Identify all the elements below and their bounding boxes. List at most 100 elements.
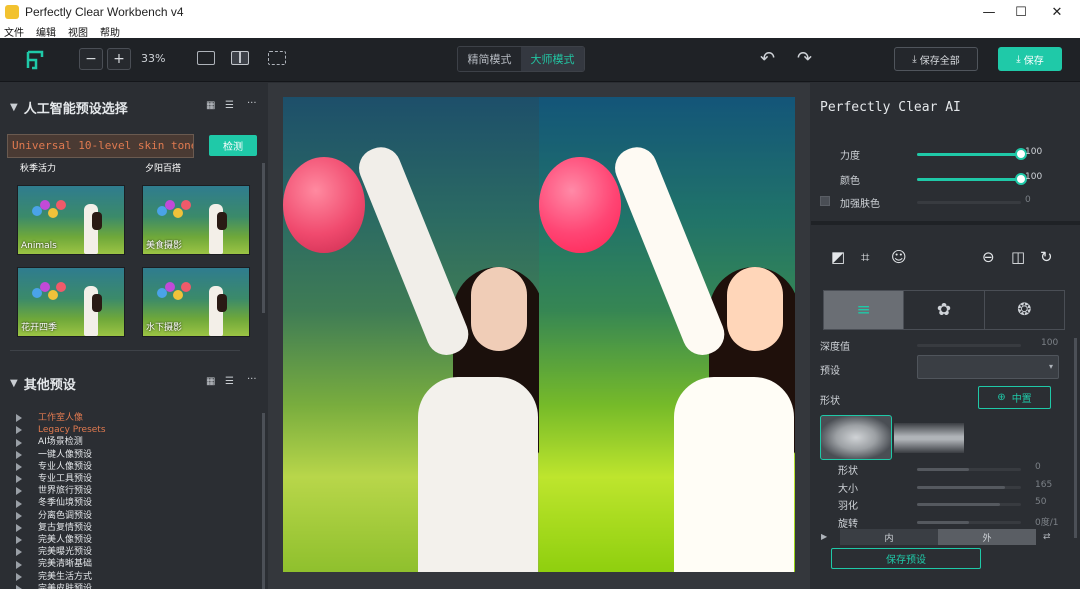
save-all-button[interactable]: ⤓ 保存全部 [894,47,978,71]
flip-horizontal-icon[interactable]: ◫ [1011,248,1025,266]
curves-icon[interactable]: ◩ [831,248,845,266]
enhance-skin-slider[interactable]: 加强肤色 0 [811,194,1080,210]
tree-item[interactable]: 一键人像预设 [16,449,106,461]
strength-slider[interactable]: 力度 100 [811,146,1080,162]
scrollbar[interactable] [262,163,265,313]
zoom-out-button[interactable]: − [79,48,103,70]
ai-presets-header[interactable]: ▼ 人工智能预设选择 [10,98,128,117]
menu-help[interactable]: 帮助 [100,24,120,39]
slider-track[interactable] [917,173,1027,185]
tree-item[interactable]: 冬季仙境预设 [16,497,106,509]
expand-arrow-icon[interactable] [16,487,26,496]
expand-arrow-icon[interactable] [16,560,26,569]
tree-item[interactable]: Legacy Presets [16,424,106,436]
tree-item[interactable]: 完美曝光预设 [16,546,106,558]
tree-item[interactable]: 完美清晰基础 [16,558,106,570]
shape-radial-option[interactable] [820,415,892,460]
save-preset-button[interactable]: 保存预设 [831,548,981,569]
preset-thumbnail[interactable]: 花开四季 [17,267,125,337]
more-icon[interactable]: ··· [247,374,257,385]
expand-arrow-icon[interactable] [16,438,26,447]
grid-view-icon[interactable]: ▦ [206,376,215,387]
expand-arrow-icon[interactable] [16,572,26,581]
expand-arrow-icon[interactable] [16,426,26,435]
preset-thumbnail[interactable]: 美食摄影 [142,185,250,255]
other-presets-title: 其他预设 [23,378,76,393]
close-button[interactable]: ✕ [1034,0,1080,24]
tree-item[interactable]: 世界旅行预设 [16,485,106,497]
shape-linear-option[interactable] [894,423,964,453]
detect-button[interactable]: 检测 [209,135,257,156]
enhance-skin-value: 0 [1025,195,1031,205]
tree-item[interactable]: 完美人像预设 [16,534,106,546]
menu-view[interactable]: 视图 [68,24,88,39]
tab-outside[interactable]: 外 [938,529,1036,545]
preset-thumbnail[interactable]: 水下摄影 [142,267,250,337]
mode-simple-tab[interactable]: 精简模式 [458,47,521,71]
expand-arrow-icon[interactable] [16,499,26,508]
effects-tab-icon[interactable]: ❂ [985,291,1064,329]
tree-item[interactable]: 完美生活方式 [16,571,106,583]
expand-arrow-icon[interactable] [16,475,26,484]
tree-item[interactable]: 专业工具预设 [16,473,106,485]
split-view-icon[interactable] [231,51,249,65]
expand-arrow-icon[interactable] [16,462,26,471]
compare-view-icon[interactable] [268,51,286,65]
cut-slider[interactable]: 深度值 100 [811,337,1080,353]
image-canvas[interactable] [268,83,810,589]
swap-icon[interactable]: ⇄ [1043,532,1051,542]
preset-search-input[interactable]: Universal 10-level skin tone [7,134,194,158]
tree-item[interactable]: 复古复情预设 [16,522,106,534]
shape-slider[interactable]: 大小 165 [811,479,1080,495]
slider-track[interactable] [917,468,1021,471]
face-icon[interactable]: ☺ [891,248,907,266]
slider-track[interactable] [917,521,1021,524]
preset-select[interactable]: ▾ [917,355,1059,379]
expand-arrow-icon[interactable] [16,414,26,423]
expand-arrow-icon[interactable] [16,548,26,557]
list-view-icon[interactable]: ☰ [225,376,234,387]
other-presets-header[interactable]: ▼ 其他预设 [10,374,76,393]
palette-tab-icon[interactable]: ✿ [904,291,985,329]
preset-thumbnail[interactable]: Animals [17,185,125,255]
tab-inside[interactable]: 内 [840,529,938,545]
tree-item[interactable]: 完美皮肤预设 [16,583,106,589]
sliders-tab-icon[interactable]: ≡ [824,291,905,329]
rotate-icon[interactable]: ↻ [1040,248,1053,266]
slider-track[interactable] [917,148,1027,160]
mode-master-tab[interactable]: 大师模式 [521,47,584,71]
zoom-in-button[interactable]: + [107,48,131,70]
single-view-icon[interactable] [197,51,215,65]
list-view-icon[interactable]: ☰ [225,100,234,111]
tree-item[interactable]: 分离色调预设 [16,510,106,522]
shape-slider[interactable]: 旋转 0度/1 [811,514,1080,530]
expand-arrow-icon[interactable] [16,536,26,545]
slider-track[interactable] [917,201,1021,204]
slider-track[interactable] [917,503,1021,506]
color-slider[interactable]: 颜色 100 [811,171,1080,187]
scrollbar[interactable] [262,413,265,589]
slider-track[interactable] [917,344,1021,347]
scrollbar[interactable] [1074,338,1077,538]
undo-icon[interactable]: ↶ [760,48,775,69]
redo-icon[interactable]: ↷ [797,48,812,69]
expand-arrow-icon[interactable] [16,450,26,459]
grid-view-icon[interactable]: ▦ [206,100,215,111]
tree-item[interactable]: 专业人像预设 [16,461,106,473]
save-button[interactable]: ⤓ 保存 [998,47,1062,71]
more-icon[interactable]: ··· [247,98,257,109]
flip-vertical-icon[interactable]: ⊖ [982,248,995,266]
expand-arrow-icon[interactable] [16,523,26,532]
crop-icon[interactable]: ⌗ [861,248,869,266]
tree-item[interactable]: AI场景检测 [16,436,106,448]
menu-edit[interactable]: 编辑 [36,24,56,39]
expand-arrow-icon[interactable] [16,584,26,589]
expand-arrow-icon[interactable] [16,511,26,520]
slider-track[interactable] [917,486,1021,489]
center-button[interactable]: ⊕ 中置 [978,386,1051,409]
tree-item[interactable]: 工作室人像 [16,412,106,424]
menu-file[interactable]: 文件 [4,24,24,39]
shape-slider[interactable]: 形状 0 [811,461,1080,477]
shape-slider[interactable]: 羽化 50 [811,496,1080,512]
expand-icon[interactable]: ▶ [821,532,827,541]
